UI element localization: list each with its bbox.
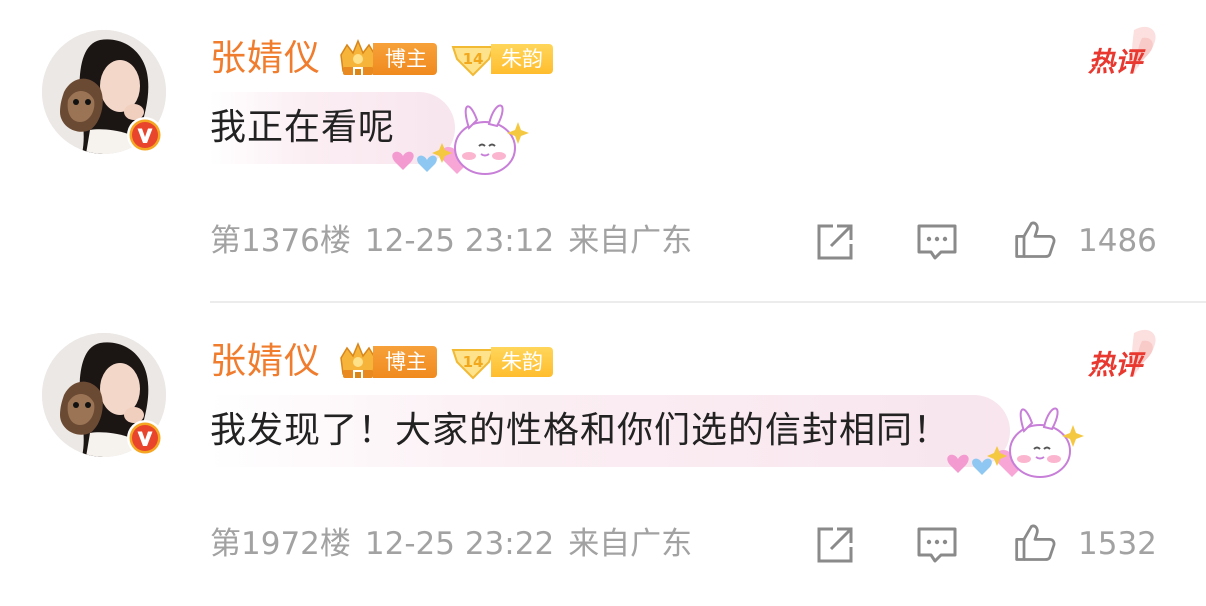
blogger-badge-label: 博主: [373, 346, 438, 378]
fan-level-icon: 14: [451, 46, 495, 77]
fan-badge[interactable]: 14 朱韵: [449, 41, 554, 77]
share-icon[interactable]: [813, 220, 857, 264]
blogger-badge-label: 博主: [373, 43, 438, 75]
comment-content: 我发现了！大家的性格和你们选的信封相同！: [210, 395, 1090, 495]
bunny-sticker-icon: [392, 104, 530, 175]
like-icon[interactable]: [1013, 218, 1057, 262]
floor-number: 第1376楼: [210, 223, 351, 259]
fan-badge[interactable]: 14 朱韵: [449, 344, 554, 380]
meta-info: 第1376楼 12-25 23:12 来自广东: [210, 214, 706, 268]
hot-label: 热评: [1088, 350, 1142, 381]
bunny-sticker-icon: [947, 407, 1085, 478]
username[interactable]: 张婧仪: [210, 337, 321, 387]
username[interactable]: 张婧仪: [210, 34, 321, 84]
floor-number: 第1972楼: [210, 526, 351, 562]
verified-v-icon: [127, 420, 163, 456]
comment-content: 我正在看呢: [210, 92, 535, 192]
fan-badge-label: 朱韵: [491, 347, 554, 377]
avatar[interactable]: [42, 333, 166, 457]
fan-badge-label: 朱韵: [491, 44, 554, 74]
comment-location: 来自广东: [568, 526, 693, 562]
share-icon[interactable]: [813, 523, 857, 567]
like-count: 1486: [1078, 223, 1157, 259]
comment-datetime: 12-25 23:12: [364, 223, 555, 259]
fan-level-icon: 14: [451, 349, 495, 380]
user-info-row: 张婧仪 博主 14 朱韵: [210, 337, 554, 387]
comment-icon[interactable]: [915, 523, 959, 567]
hot-label: 热评: [1088, 47, 1142, 78]
blogger-badge[interactable]: 博主: [335, 39, 438, 77]
comment-location: 来自广东: [568, 223, 693, 259]
fan-level-number: 14: [463, 50, 484, 68]
comment-text: 我发现了！大家的性格和你们选的信封相同！: [210, 395, 1011, 467]
comment-item: 张婧仪 博主 14 朱韵 热评 我正在看呢 第1376楼 12-25 23:12…: [0, 0, 1206, 300]
verified-v-icon: [127, 117, 163, 153]
comment-datetime: 12-25 23:22: [364, 526, 555, 562]
comment-icon[interactable]: [915, 220, 959, 264]
comment-meta-row: 第1972楼 12-25 23:22 来自广东 1532: [210, 517, 1170, 571]
user-info-row: 张婧仪 博主 14 朱韵: [210, 34, 554, 84]
fan-level-number: 14: [463, 353, 484, 371]
comment-meta-row: 第1376楼 12-25 23:12 来自广东 1486: [210, 214, 1170, 268]
meta-info: 第1972楼 12-25 23:22 来自广东: [210, 517, 706, 571]
hot-comment-tag: 热评: [1084, 22, 1164, 82]
comment-item: 张婧仪 博主 14 朱韵 热评 我发现了！大家的性格和你们选的信封相同！ 第19…: [0, 303, 1206, 606]
like-count: 1532: [1078, 526, 1157, 562]
blogger-badge[interactable]: 博主: [335, 342, 438, 380]
like-icon[interactable]: [1013, 521, 1057, 565]
avatar[interactable]: [42, 30, 166, 154]
hot-comment-tag: 热评: [1084, 325, 1164, 385]
